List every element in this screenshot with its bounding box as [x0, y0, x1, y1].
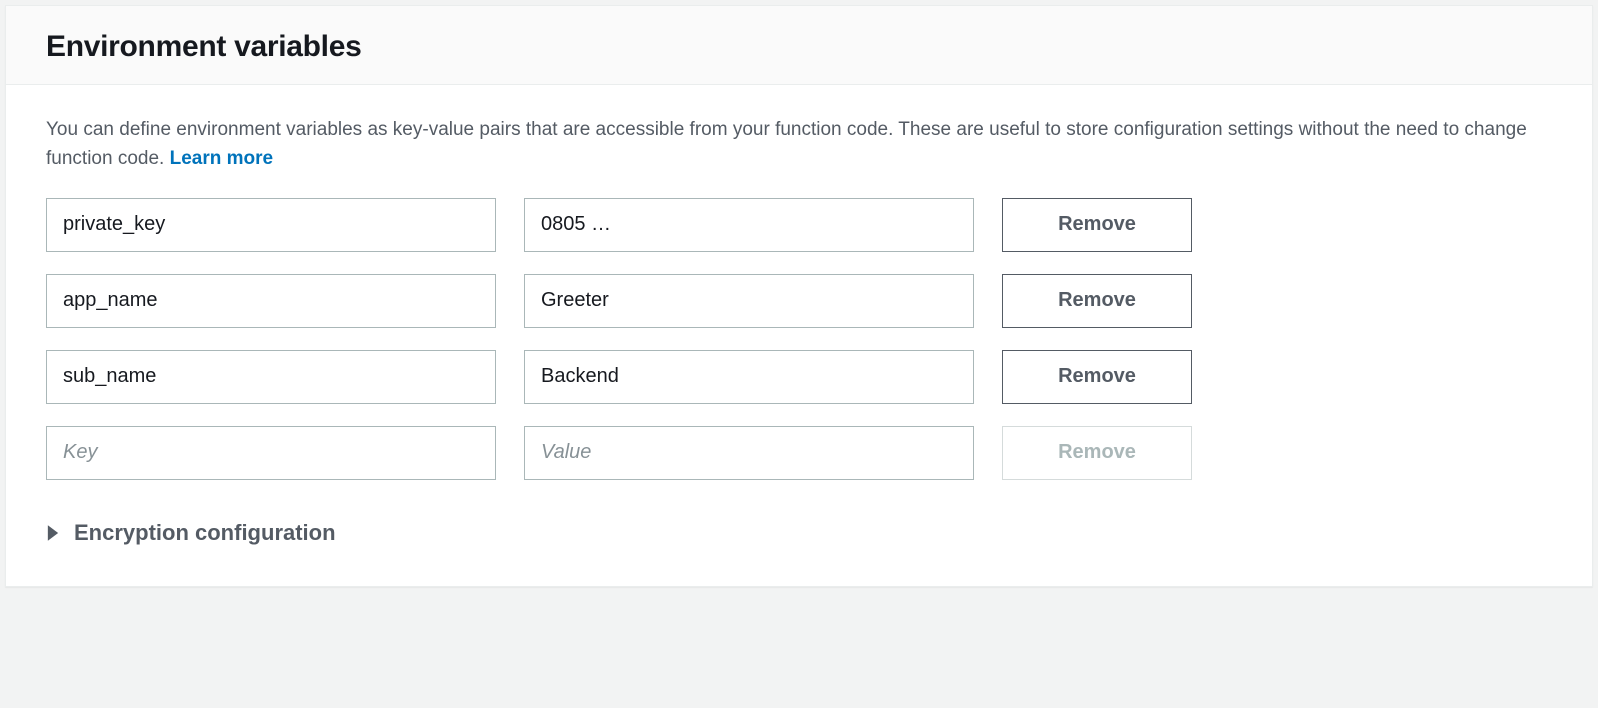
- remove-button[interactable]: Remove: [1002, 274, 1192, 328]
- description-text: You can define environment variables as …: [46, 115, 1552, 174]
- env-var-key-input[interactable]: [46, 274, 496, 328]
- panel-header: Environment variables: [6, 6, 1592, 85]
- env-var-value-input[interactable]: [524, 274, 974, 328]
- env-vars-panel: Environment variables You can define env…: [5, 5, 1593, 587]
- env-var-value-input[interactable]: [524, 198, 974, 252]
- env-var-key-input[interactable]: [46, 426, 496, 480]
- panel-title: Environment variables: [46, 30, 1552, 64]
- env-var-rows: Remove Remove Remove Remove: [46, 198, 1552, 480]
- env-var-value-input[interactable]: [524, 426, 974, 480]
- caret-right-icon: [46, 524, 60, 542]
- remove-button[interactable]: Remove: [1002, 350, 1192, 404]
- remove-button[interactable]: Remove: [1002, 198, 1192, 252]
- env-var-key-input[interactable]: [46, 198, 496, 252]
- env-var-row: Remove: [46, 198, 1552, 252]
- encryption-config-expander[interactable]: Encryption configuration: [46, 520, 1552, 546]
- env-var-row: Remove: [46, 274, 1552, 328]
- learn-more-link[interactable]: Learn more: [170, 148, 273, 169]
- panel-body: You can define environment variables as …: [6, 85, 1592, 586]
- encryption-config-label: Encryption configuration: [74, 520, 336, 546]
- env-var-row-empty: Remove: [46, 426, 1552, 480]
- env-var-row: Remove: [46, 350, 1552, 404]
- env-var-value-input[interactable]: [524, 350, 974, 404]
- remove-button: Remove: [1002, 426, 1192, 480]
- env-var-key-input[interactable]: [46, 350, 496, 404]
